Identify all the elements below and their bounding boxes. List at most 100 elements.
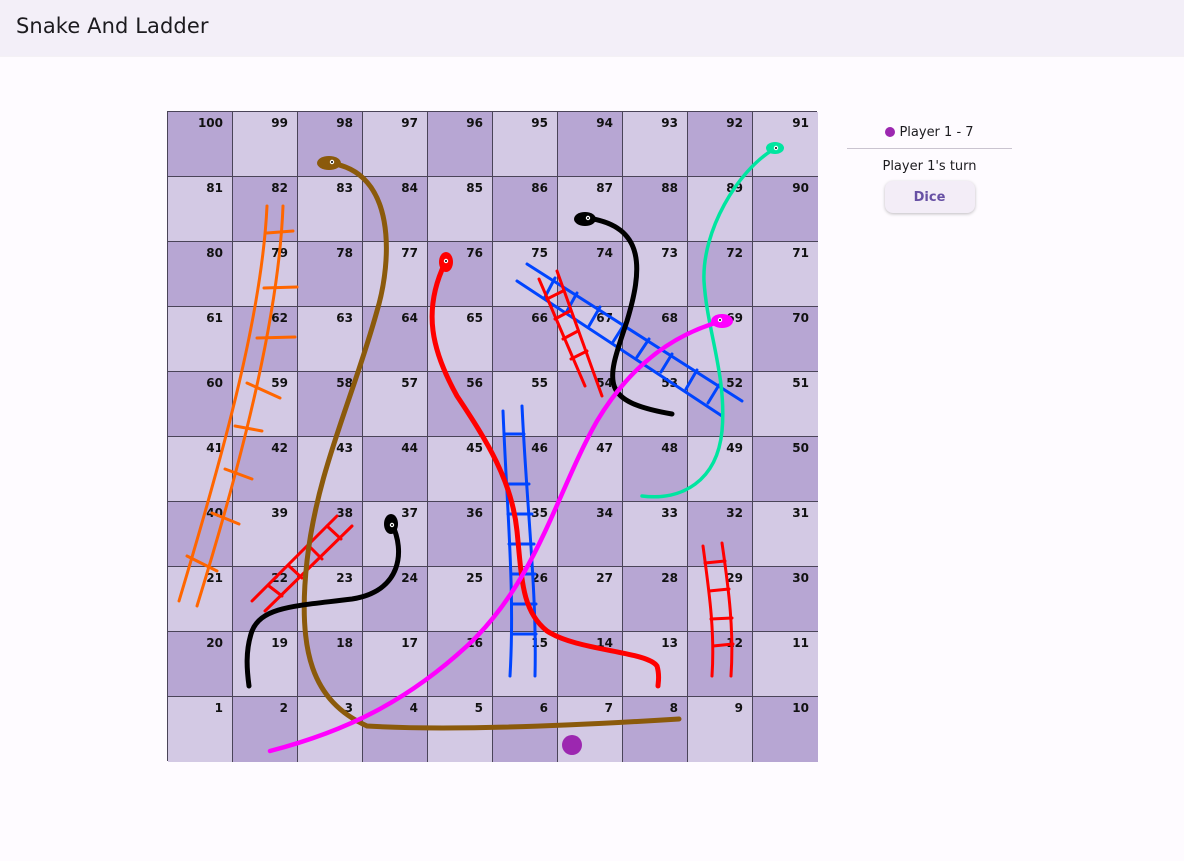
cell-number: 19 — [271, 636, 288, 650]
board-cell-97: 97 — [363, 112, 428, 177]
board-cell-76: 76 — [428, 242, 493, 307]
board-cell-20: 20 — [168, 632, 233, 697]
board-cell-44: 44 — [363, 437, 428, 502]
board-cell-8: 8 — [623, 697, 688, 762]
cell-number: 62 — [271, 311, 288, 325]
player-status: Player 1 - 7 — [847, 122, 1012, 142]
cell-number: 94 — [596, 116, 613, 130]
cell-number: 1 — [214, 701, 223, 715]
board-cell-38: 38 — [298, 502, 363, 567]
board-cell-37: 37 — [363, 502, 428, 567]
cell-number: 77 — [401, 246, 418, 260]
board-cell-33: 33 — [623, 502, 688, 567]
cell-number: 21 — [206, 571, 223, 585]
cell-number: 39 — [271, 506, 288, 520]
cell-number: 99 — [271, 116, 288, 130]
cell-number: 91 — [792, 116, 809, 130]
board-cell-4: 4 — [363, 697, 428, 762]
cell-number: 53 — [661, 376, 678, 390]
board-cell-18: 18 — [298, 632, 363, 697]
cell-number: 64 — [401, 311, 418, 325]
board-cell-78: 78 — [298, 242, 363, 307]
player-1-token — [562, 735, 582, 755]
player-1-label: Player 1 - 7 — [899, 124, 974, 140]
cell-number: 28 — [661, 571, 678, 585]
cell-number: 17 — [401, 636, 418, 650]
board-cell-42: 42 — [233, 437, 298, 502]
board-cell-64: 64 — [363, 307, 428, 372]
board-cell-52: 52 — [688, 372, 753, 437]
board-cell-47: 47 — [558, 437, 623, 502]
board-cell-22: 22 — [233, 567, 298, 632]
board-cell-5: 5 — [428, 697, 493, 762]
board-cell-58: 58 — [298, 372, 363, 437]
board-cell-94: 94 — [558, 112, 623, 177]
board-cell-86: 86 — [493, 177, 558, 242]
cell-number: 44 — [401, 441, 418, 455]
cell-number: 61 — [206, 311, 223, 325]
board-cell-10: 10 — [753, 697, 818, 762]
turn-indicator: Player 1's turn — [882, 159, 977, 174]
board-cell-100: 100 — [168, 112, 233, 177]
board-cell-72: 72 — [688, 242, 753, 307]
board-cell-28: 28 — [623, 567, 688, 632]
board-cell-24: 24 — [363, 567, 428, 632]
cell-number: 24 — [401, 571, 418, 585]
app-bar: Snake And Ladder — [0, 0, 1184, 56]
cell-number: 35 — [531, 506, 548, 520]
cell-number: 60 — [206, 376, 223, 390]
cell-number: 32 — [726, 506, 743, 520]
board-cell-36: 36 — [428, 502, 493, 567]
board-cell-93: 93 — [623, 112, 688, 177]
board-cell-30: 30 — [753, 567, 818, 632]
cell-number: 5 — [474, 701, 483, 715]
cell-number: 29 — [726, 571, 743, 585]
dice-button[interactable]: Dice — [884, 181, 975, 213]
board-cell-31: 31 — [753, 502, 818, 567]
cell-number: 96 — [466, 116, 483, 130]
cell-number: 48 — [661, 441, 678, 455]
board-cell-27: 27 — [558, 567, 623, 632]
cell-number: 84 — [401, 181, 418, 195]
cell-number: 9 — [734, 701, 743, 715]
cell-number: 93 — [661, 116, 678, 130]
board-cell-84: 84 — [363, 177, 428, 242]
cell-number: 66 — [531, 311, 548, 325]
cell-number: 97 — [401, 116, 418, 130]
cell-number: 70 — [792, 311, 809, 325]
board-cell-96: 96 — [428, 112, 493, 177]
cell-number: 80 — [206, 246, 223, 260]
cell-number: 68 — [661, 311, 678, 325]
board-cell-12: 12 — [688, 632, 753, 697]
board-cell-51: 51 — [753, 372, 818, 437]
cell-number: 15 — [531, 636, 548, 650]
cell-number: 36 — [466, 506, 483, 520]
cell-number: 59 — [271, 376, 288, 390]
cell-number: 87 — [596, 181, 613, 195]
board-cell-89: 89 — [688, 177, 753, 242]
board-cell-9: 9 — [688, 697, 753, 762]
cell-number: 89 — [726, 181, 743, 195]
cell-number: 16 — [466, 636, 483, 650]
cell-number: 38 — [336, 506, 353, 520]
board-cell-80: 80 — [168, 242, 233, 307]
board-cell-57: 57 — [363, 372, 428, 437]
cell-number: 26 — [531, 571, 548, 585]
cell-number: 10 — [792, 701, 809, 715]
board-cell-13: 13 — [623, 632, 688, 697]
board-cell-82: 82 — [233, 177, 298, 242]
cell-number: 85 — [466, 181, 483, 195]
cell-number: 51 — [792, 376, 809, 390]
cell-number: 83 — [336, 181, 353, 195]
cell-number: 45 — [466, 441, 483, 455]
board-cell-70: 70 — [753, 307, 818, 372]
board-cell-55: 55 — [493, 372, 558, 437]
app-title: Snake And Ladder — [16, 14, 209, 38]
cell-number: 95 — [531, 116, 548, 130]
cell-number: 3 — [344, 701, 353, 715]
cell-number: 37 — [401, 506, 418, 520]
cell-number: 22 — [271, 571, 288, 585]
cell-number: 54 — [596, 376, 613, 390]
board-cell-81: 81 — [168, 177, 233, 242]
board-cell-43: 43 — [298, 437, 363, 502]
